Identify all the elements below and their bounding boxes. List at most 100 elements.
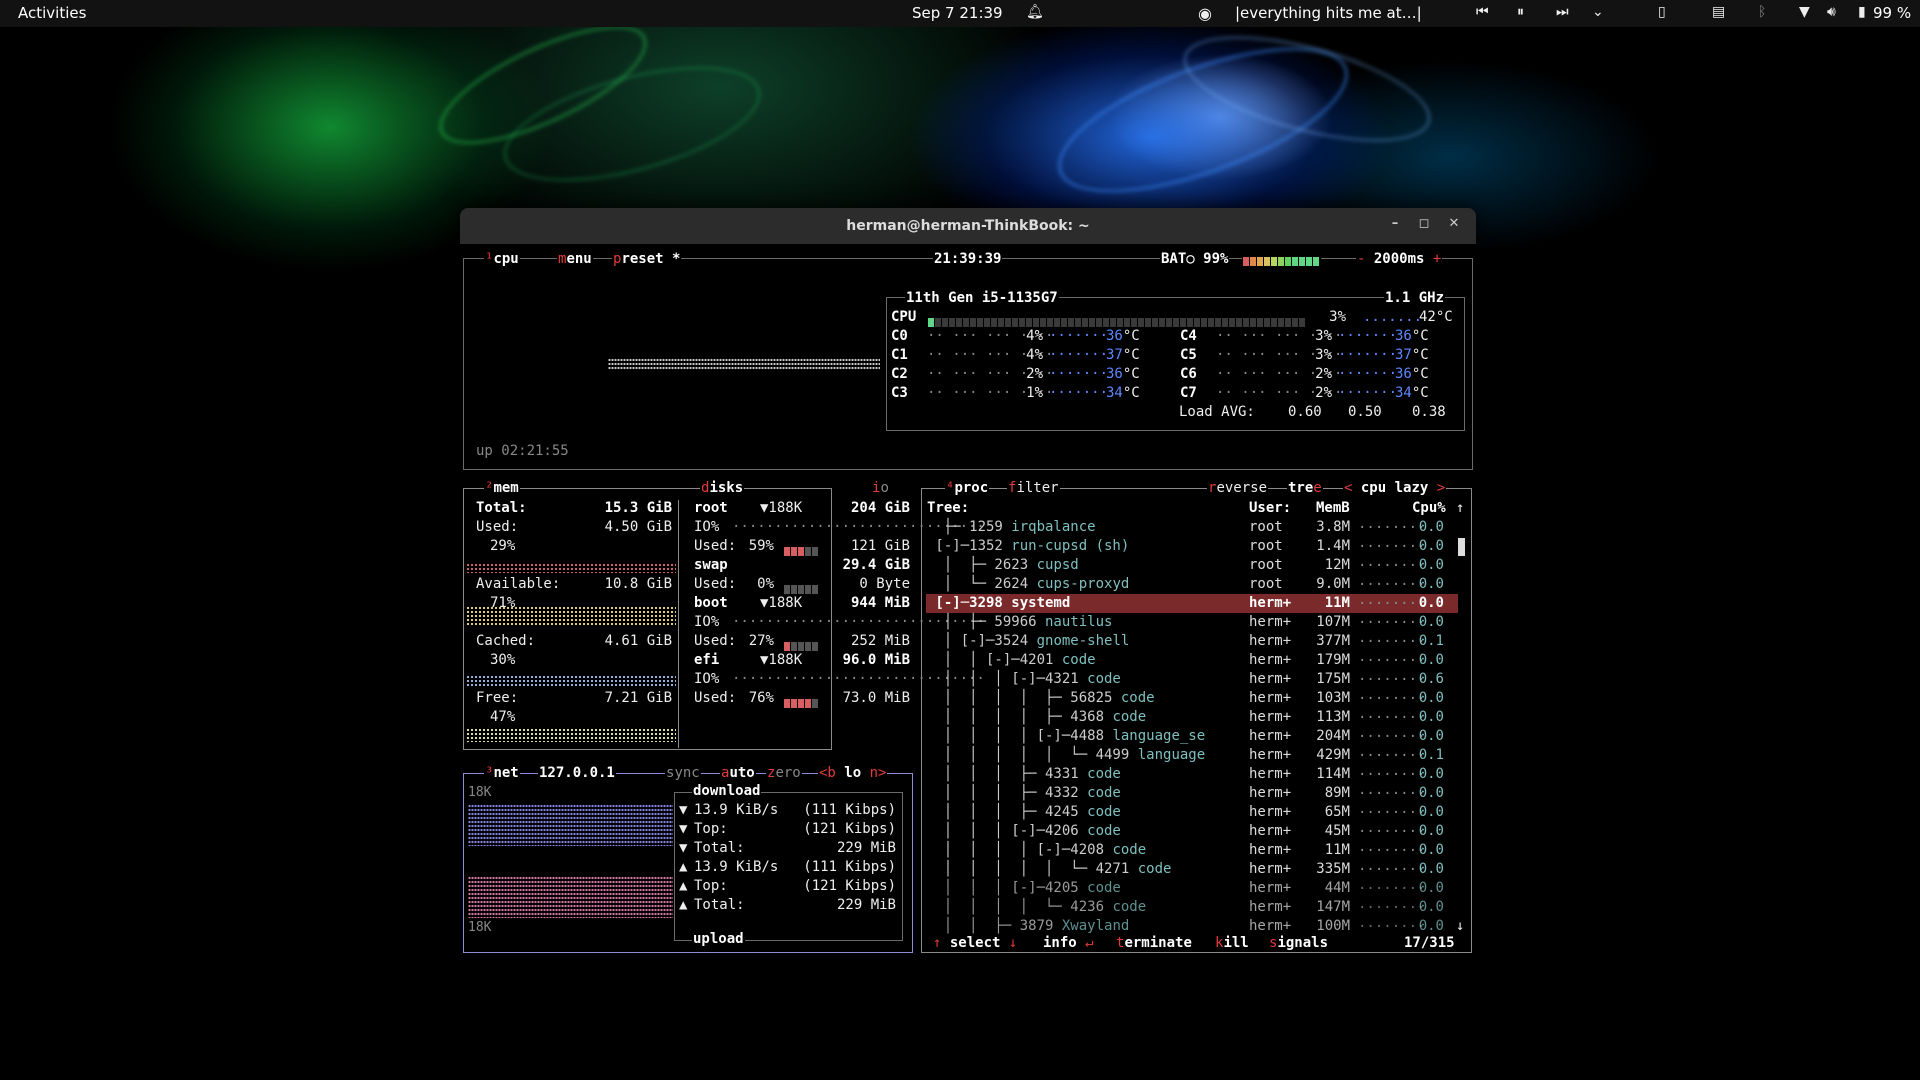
disk-used-bar-segment — [798, 584, 804, 594]
proc-row-tree[interactable]: │ │ │ │ ├─ 56825 code — [927, 689, 1155, 708]
media-title[interactable]: |everything hits me at…| — [1235, 4, 1422, 22]
activities-button[interactable]: Activities — [18, 4, 86, 22]
terminal-window[interactable]: herman@herman-ThinkBook: ~ – ◻ ✕ ¹cpu me… — [460, 208, 1476, 956]
tab-preset[interactable]: preset * — [612, 251, 682, 267]
net-iface-switch[interactable]: <b lo n> — [818, 765, 888, 781]
disk-used-bar-segment — [812, 584, 818, 594]
disk-used-bar — [784, 694, 819, 713]
tab-io[interactable]: io — [871, 480, 890, 496]
previous-track-icon[interactable]: ⏮ — [1476, 4, 1489, 20]
proc-row-tree[interactable]: │ │ │ ├─ 4245 code — [927, 803, 1121, 822]
media-app-icon[interactable]: ◉ — [1198, 4, 1212, 23]
proc-row-tree[interactable]: │ │ │ [-]─4321 code — [927, 670, 1121, 689]
disk-name[interactable]: boot — [694, 594, 728, 613]
net-stat-value: 229 MiB — [836, 897, 896, 913]
disk-name[interactable]: efi — [694, 651, 719, 670]
tab-menu[interactable]: menu — [557, 251, 593, 267]
proc-signals-button[interactable]: signals — [1268, 935, 1330, 951]
scroll-down-icon[interactable]: ↓ — [1456, 917, 1464, 936]
interval-control[interactable]: - 2000ms + — [1356, 251, 1443, 267]
disk-used-percent: 76% — [748, 690, 774, 706]
pause-icon[interactable]: ⏸ — [1517, 4, 1524, 20]
proc-row-tree[interactable]: │ ├─ 2623 cupsd — [927, 556, 1079, 575]
battery-percent[interactable]: 99 % — [1873, 4, 1911, 22]
net-sync-toggle[interactable]: sync — [665, 765, 701, 781]
disk-used-bar-segment — [805, 546, 811, 556]
proc-row-tree[interactable]: │ │ │ ├─ 4331 code — [927, 765, 1121, 784]
proc-scrollbar[interactable] — [1458, 538, 1465, 556]
cpu-core-temp: 37°C — [1106, 347, 1140, 363]
battery-meter-segment — [1257, 256, 1263, 266]
net-stat-label: 13.9 KiB/s — [694, 859, 779, 875]
proc-row-tree[interactable]: │ │ [-]─4201 code — [927, 651, 1096, 670]
proc-terminate-button[interactable]: terminate — [1115, 935, 1193, 951]
disk-used-bar-segment — [791, 546, 797, 556]
scroll-up-icon[interactable]: ↑ — [1456, 499, 1464, 518]
proc-kill-button[interactable]: kill — [1214, 935, 1250, 951]
proc-row-tree[interactable]: │ ├─ 59966 nautilus — [927, 613, 1113, 632]
proc-row-tree[interactable]: [-]─1352 run-cupsd (sh) — [927, 537, 1129, 556]
proc-filter[interactable]: filter — [1007, 480, 1060, 496]
proc-sort-selector[interactable]: < cpu lazy > — [1343, 480, 1447, 496]
proc-row-tree[interactable]: │ │ │ │ [-]─4208 code — [927, 841, 1146, 860]
proc-row-tree[interactable]: │ │ │ │ │ └─ 4271 code — [927, 860, 1172, 879]
proc-reverse-toggle[interactable]: reverse — [1207, 480, 1269, 496]
battery-meter-segment — [1250, 256, 1256, 266]
proc-tree-toggle[interactable]: tree — [1287, 480, 1323, 496]
net-stat-value: 229 MiB — [836, 840, 896, 856]
maximize-button[interactable]: ◻ — [1414, 216, 1434, 236]
proc-select-button[interactable]: ↑ select ↓ — [932, 935, 1019, 951]
proc-header-user[interactable]: User: — [1249, 499, 1291, 518]
disk-name[interactable]: swap — [694, 556, 728, 575]
proc-row-tree[interactable]: │ │ │ ├─ 4332 code — [927, 784, 1121, 803]
close-button[interactable]: ✕ — [1444, 216, 1464, 236]
proc-row-tree[interactable]: │ │ │ [-]─4206 code — [927, 822, 1121, 841]
proc-header-tree[interactable]: Tree: — [927, 499, 969, 518]
tab-proc[interactable]: ⁴proc — [945, 480, 990, 496]
proc-row-tree[interactable]: │ │ ├─ 3879 Xwayland — [927, 917, 1129, 936]
wifi-icon[interactable]: ▼ — [1799, 4, 1810, 20]
volume-icon[interactable]: 🔊︎ — [1827, 4, 1836, 20]
battery-meter-segment — [1306, 256, 1312, 266]
cpu-total-bar-segment — [1208, 318, 1214, 327]
proc-row-tree[interactable]: │ [-]─3524 gnome-shell — [927, 632, 1129, 651]
clipboard-icon[interactable]: ▤ — [1712, 4, 1725, 20]
chevron-down-icon[interactable]: ⌄ — [1592, 4, 1604, 20]
proc-row-user: root — [1249, 538, 1283, 554]
clock[interactable]: Sep 7 21:39 — [912, 4, 1003, 22]
proc-row-tree[interactable]: ├─ 1259 irqbalance — [927, 518, 1096, 537]
window-titlebar[interactable]: herman@herman-ThinkBook: ~ – ◻ ✕ — [460, 208, 1476, 244]
net-auto-toggle[interactable]: auto — [720, 765, 756, 781]
proc-row-tree[interactable]: │ │ │ [-]─4205 code — [927, 879, 1121, 898]
tab-cpu[interactable]: ¹cpu — [484, 251, 520, 267]
mem-used-label: Used: — [476, 519, 519, 535]
proc-row-tree[interactable]: │ └─ 2624 cups-proxyd — [927, 575, 1129, 594]
proc-header-mem[interactable]: MemB — [1316, 499, 1350, 518]
net-zero-toggle[interactable]: zero — [766, 765, 802, 781]
bell-icon[interactable]: 🔔︎ — [1026, 4, 1044, 20]
tab-disks[interactable]: disks — [700, 480, 745, 496]
disk-name[interactable]: root — [694, 499, 728, 518]
proc-row-mem: 429M — [1316, 747, 1350, 763]
proc-row-tree[interactable]: │ │ │ │ │ └─ 4499 language — [927, 746, 1205, 765]
proc-row-tree[interactable]: [-]─3298 systemd — [927, 594, 1070, 613]
minimize-button[interactable]: – — [1385, 216, 1405, 236]
cpu-core-label: C0 — [891, 328, 908, 344]
disk-used-bar-segment — [791, 698, 797, 708]
next-track-icon[interactable]: ⏭ — [1556, 4, 1569, 20]
mem-available-graph — [466, 606, 676, 626]
disk-used-value: 252 MiB — [850, 633, 910, 649]
disk-used-value: 73.0 MiB — [842, 690, 910, 706]
bluetooth-icon[interactable]: ᛒ — [1758, 4, 1766, 20]
proc-info-button[interactable]: info ↵ — [1042, 935, 1095, 951]
tab-net[interactable]: ³net — [484, 765, 520, 781]
proc-row-tree[interactable]: │ │ │ │ [-]─4488 language_se — [927, 727, 1205, 746]
net-upload-graph — [468, 876, 673, 918]
cpu-core-temp: 37°C — [1395, 347, 1429, 363]
proc-row-tree[interactable]: │ │ │ │ ├─ 4368 code — [927, 708, 1146, 727]
battery-icon[interactable]: ▮ — [1858, 4, 1866, 20]
proc-row-tree[interactable]: │ │ │ │ └─ 4236 code — [927, 898, 1146, 917]
tab-mem[interactable]: ²mem — [484, 480, 520, 496]
load-avg-label: Load AVG: — [1179, 404, 1255, 420]
phone-icon[interactable]: ▯ — [1658, 4, 1666, 20]
